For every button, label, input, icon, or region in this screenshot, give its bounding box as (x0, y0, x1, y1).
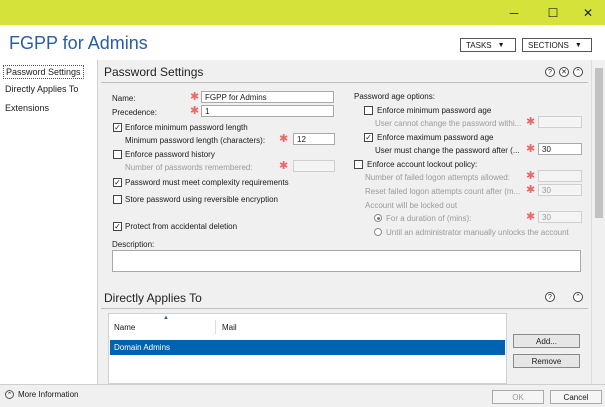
tasks-label: TASKS (466, 40, 492, 50)
section-title-directly-applies-to: Directly Applies To (104, 291, 202, 305)
duration-label: For a duration of (mins): (386, 214, 472, 223)
sidebar: Password Settings Directly Applies To Ex… (0, 60, 97, 384)
reversible-label: Store password using reversible encrypti… (125, 195, 278, 204)
enforce-min-length-checkbox[interactable]: ✓ (113, 123, 122, 132)
duration-radio[interactable] (374, 214, 382, 222)
row-name-cell: Domain Admins (114, 343, 171, 352)
complexity-label: Password must meet complexity requiremen… (125, 178, 289, 187)
sidebar-item-password-settings[interactable]: Password Settings (3, 65, 84, 79)
column-header-name[interactable]: Name (114, 323, 135, 332)
manual-unlock-radio[interactable] (374, 228, 382, 236)
maximize-button[interactable]: ☐ (535, 0, 571, 25)
section-title-password-settings: Password Settings (104, 65, 204, 79)
description-label: Description: (112, 240, 155, 249)
complexity-checkbox[interactable]: ✓ (113, 178, 122, 187)
reversible-checkbox[interactable] (113, 195, 122, 204)
minimize-button[interactable]: ─ (496, 0, 532, 25)
remembered-field[interactable] (293, 160, 335, 172)
locked-out-label: Account will be locked out (365, 201, 458, 210)
required-star: ✱ (526, 170, 536, 182)
description-field[interactable] (112, 250, 581, 272)
column-header-mail[interactable]: Mail (222, 323, 237, 332)
dropdown-arrow-icon: ▼ (497, 41, 505, 49)
title-bar: ─ ☐ ✕ (0, 0, 605, 25)
scrollbar-thumb[interactable] (595, 68, 603, 218)
precedence-field[interactable]: 1 (201, 105, 334, 117)
manual-unlock-label: Until an administrator manually unlocks … (386, 228, 569, 237)
dropdown-arrow-icon: ▼ (574, 41, 582, 49)
required-star: ✱ (526, 211, 536, 223)
footer-bar: ⌃ More Information OK Cancel (0, 384, 605, 407)
section-divider (101, 82, 588, 83)
enforce-history-label: Enforce password history (125, 150, 215, 159)
precedence-label: Precedence: (112, 108, 157, 117)
reset-count-label: Reset failed logon attempts count after … (365, 187, 521, 196)
required-star: ✱ (190, 91, 200, 103)
close-section-icon[interactable]: ✕ (559, 67, 569, 77)
sections-button[interactable]: SECTIONS ▼ (522, 38, 592, 52)
enforce-history-checkbox[interactable] (113, 150, 122, 159)
applies-to-table: ▲ Name Mail Domain Admins (108, 313, 507, 384)
required-star: ✱ (279, 160, 289, 172)
cancel-button[interactable]: Cancel (550, 390, 602, 404)
failed-attempts-field[interactable] (538, 170, 582, 182)
required-star: ✱ (190, 105, 200, 117)
ok-button[interactable]: OK (492, 390, 544, 404)
main-content: Password Settings ? ✕ ⌃ Name: ✱ FGPP for… (97, 60, 591, 384)
must-change-field[interactable]: 30 (538, 143, 582, 155)
add-button[interactable]: Add... (513, 334, 580, 348)
cannot-change-field[interactable] (538, 116, 582, 128)
name-field[interactable]: FGPP for Admins (201, 91, 334, 103)
remove-button[interactable]: Remove (513, 354, 580, 368)
lockout-policy-checkbox[interactable] (354, 160, 363, 169)
sidebar-item-extensions[interactable]: Extensions (5, 103, 49, 113)
duration-field[interactable]: 30 (538, 211, 582, 223)
remembered-label: Number of passwords remembered: (125, 163, 253, 172)
required-star: ✱ (526, 184, 536, 196)
sort-arrow-icon: ▲ (163, 315, 169, 321)
info-circle-icon[interactable]: ⌃ (5, 390, 14, 399)
vertical-scrollbar[interactable] (591, 60, 605, 384)
close-window-button[interactable]: ✕ (570, 0, 605, 25)
enforce-max-age-checkbox[interactable]: ✓ (364, 133, 373, 142)
required-star: ✱ (526, 116, 536, 128)
min-length-label: Minimum password length (characters): (125, 136, 266, 145)
column-divider (215, 320, 216, 334)
required-star: ✱ (526, 143, 536, 155)
must-change-label: User must change the password after (... (375, 146, 520, 155)
more-information-link[interactable]: More Information (18, 390, 78, 399)
collapse-icon[interactable]: ⌃ (573, 67, 583, 77)
enforce-min-age-checkbox[interactable] (364, 106, 373, 115)
sections-label: SECTIONS (528, 40, 569, 50)
sidebar-item-directly-applies-to[interactable]: Directly Applies To (5, 84, 78, 94)
name-label: Name: (112, 94, 136, 103)
required-star: ✱ (279, 133, 289, 145)
protect-checkbox[interactable]: ✓ (113, 222, 122, 231)
cannot-change-label: User cannot change the password withi... (375, 119, 522, 128)
protect-label: Protect from accidental deletion (125, 222, 238, 231)
reset-count-field[interactable]: 30 (538, 184, 582, 196)
enforce-max-age-label: Enforce maximum password age (377, 133, 494, 142)
collapse-icon[interactable]: ⌃ (573, 292, 583, 302)
failed-attempts-label: Number of failed logon attempts allowed: (365, 173, 510, 182)
enforce-min-length-label: Enforce minimum password length (125, 123, 248, 132)
min-length-field[interactable]: 12 (293, 133, 335, 145)
tasks-button[interactable]: TASKS ▼ (460, 38, 516, 52)
age-options-label: Password age options: (354, 92, 435, 101)
lockout-policy-label: Enforce account lockout policy: (367, 160, 478, 169)
table-row[interactable]: Domain Admins (110, 340, 505, 355)
section-divider (101, 308, 588, 309)
enforce-min-age-label: Enforce minimum password age (377, 106, 492, 115)
help-icon[interactable]: ? (545, 67, 555, 77)
help-icon[interactable]: ? (545, 292, 555, 302)
page-title: FGPP for Admins (9, 33, 148, 53)
